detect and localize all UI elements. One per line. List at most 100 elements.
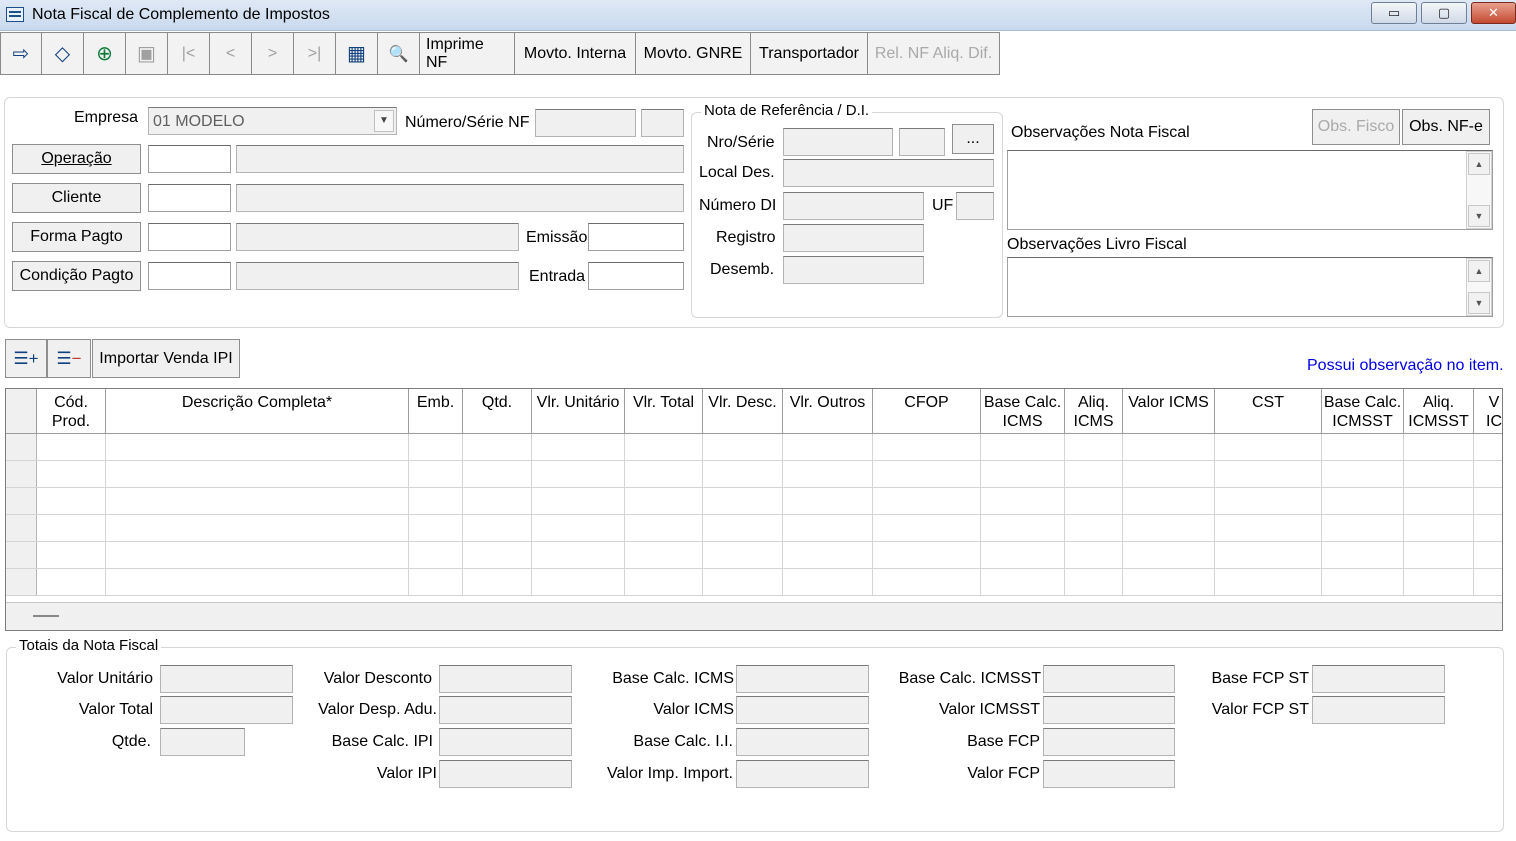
operacao-code-field[interactable] <box>148 145 231 173</box>
table-cell[interactable] <box>37 542 106 568</box>
table-cell[interactable] <box>1123 515 1215 541</box>
cliente-button[interactable]: Cliente <box>12 183 141 213</box>
table-cell[interactable] <box>37 434 106 460</box>
table-cell[interactable] <box>625 542 703 568</box>
table-cell[interactable] <box>783 542 873 568</box>
obs-fisco-button[interactable]: Obs. Fisco <box>1312 109 1400 145</box>
table-cell[interactable] <box>1065 488 1123 514</box>
table-cell[interactable] <box>873 569 981 595</box>
last-record-button[interactable]: >| <box>294 32 336 75</box>
table-cell[interactable] <box>1322 515 1404 541</box>
table-cell[interactable] <box>1404 488 1474 514</box>
table-row[interactable] <box>6 569 1502 596</box>
table-cell[interactable] <box>1474 488 1502 514</box>
ref-serie-field[interactable] <box>899 128 945 156</box>
table-cell[interactable] <box>37 569 106 595</box>
table-cell[interactable] <box>1215 434 1322 460</box>
table-cell[interactable] <box>1322 488 1404 514</box>
table-cell[interactable] <box>625 461 703 487</box>
first-record-button[interactable]: |< <box>168 32 210 75</box>
col-qtd[interactable]: Qtd. <box>463 389 532 433</box>
search-button[interactable]: 🔍 <box>378 32 420 75</box>
table-cell[interactable] <box>1215 542 1322 568</box>
table-cell[interactable] <box>981 542 1065 568</box>
obs-livro-fiscal-textarea[interactable] <box>1007 257 1493 317</box>
table-cell[interactable] <box>1474 434 1502 460</box>
items-grid[interactable]: Cód. Prod. Descrição Completa* Emb. Qtd.… <box>5 388 1503 631</box>
scroll-down-icon[interactable]: ▼ <box>1468 292 1490 314</box>
table-cell[interactable] <box>106 542 409 568</box>
add-item-button[interactable]: ☰+ <box>5 339 47 378</box>
grid-view-button[interactable]: ▦ <box>336 32 378 75</box>
table-cell[interactable] <box>981 515 1065 541</box>
col-aliq-icms[interactable]: Aliq. ICMS <box>1065 389 1123 433</box>
col-cst[interactable]: CST <box>1215 389 1322 433</box>
table-cell[interactable] <box>106 488 409 514</box>
obs-nota-scrollbar[interactable]: ▲ ▼ <box>1466 151 1492 229</box>
col-aliq-icmsst[interactable]: Aliq. ICMSST <box>1404 389 1474 433</box>
table-cell[interactable] <box>1065 461 1123 487</box>
table-cell[interactable] <box>463 488 532 514</box>
table-cell[interactable] <box>532 434 625 460</box>
col-vlr-desc[interactable]: Vlr. Desc. <box>703 389 783 433</box>
table-cell[interactable] <box>532 515 625 541</box>
table-cell[interactable] <box>1474 569 1502 595</box>
table-cell[interactable] <box>106 515 409 541</box>
table-cell[interactable] <box>1123 488 1215 514</box>
transportador-button[interactable]: Transportador <box>751 32 868 75</box>
table-cell[interactable] <box>981 488 1065 514</box>
table-cell[interactable] <box>981 461 1065 487</box>
imprime-nf-button[interactable]: Imprime NF <box>420 32 515 75</box>
table-cell[interactable] <box>1404 542 1474 568</box>
condicao-pagto-code-field[interactable] <box>148 262 231 290</box>
table-cell[interactable] <box>37 461 106 487</box>
scroll-up-icon[interactable]: ▲ <box>1468 153 1490 175</box>
emissao-field[interactable] <box>588 223 684 251</box>
table-cell[interactable] <box>1322 434 1404 460</box>
table-cell[interactable] <box>981 434 1065 460</box>
table-cell[interactable] <box>463 461 532 487</box>
forma-pagto-code-field[interactable] <box>148 223 231 251</box>
table-cell[interactable] <box>1474 515 1502 541</box>
col-emb[interactable]: Emb. <box>409 389 463 433</box>
table-cell[interactable] <box>1065 515 1123 541</box>
condicao-pagto-button[interactable]: Condição Pagto <box>12 261 141 291</box>
col-valor-icms[interactable]: Valor ICMS <box>1123 389 1215 433</box>
prev-record-button[interactable]: < <box>210 32 252 75</box>
table-row[interactable] <box>6 488 1502 515</box>
ref-numero-field[interactable] <box>783 128 893 156</box>
table-cell[interactable] <box>625 488 703 514</box>
numero-nf-field[interactable] <box>535 109 636 137</box>
col-descricao[interactable]: Descrição Completa* <box>106 389 409 433</box>
table-cell[interactable] <box>873 488 981 514</box>
obs-nota-fiscal-textarea[interactable] <box>1007 150 1493 230</box>
col-cod-prod[interactable]: Cód. Prod. <box>37 389 106 433</box>
table-cell[interactable] <box>1065 542 1123 568</box>
table-cell[interactable] <box>1322 461 1404 487</box>
obs-livro-scrollbar[interactable]: ▲ ▼ <box>1466 258 1492 316</box>
table-cell[interactable] <box>1123 434 1215 460</box>
table-cell[interactable] <box>1474 542 1502 568</box>
table-row[interactable] <box>6 515 1502 542</box>
cliente-code-field[interactable] <box>148 184 231 212</box>
table-cell[interactable] <box>625 569 703 595</box>
col-base-calc-icms[interactable]: Base Calc. ICMS <box>981 389 1065 433</box>
obs-nfe-button[interactable]: Obs. NF-e <box>1402 109 1490 145</box>
table-cell[interactable] <box>1215 461 1322 487</box>
table-cell[interactable] <box>1322 542 1404 568</box>
table-cell[interactable] <box>532 542 625 568</box>
table-cell[interactable] <box>783 488 873 514</box>
desemb-field[interactable] <box>783 256 924 284</box>
table-cell[interactable] <box>409 434 463 460</box>
registro-field[interactable] <box>783 224 924 252</box>
clear-button[interactable]: ◇ <box>42 32 84 75</box>
add-button[interactable]: ⊕ <box>84 32 126 75</box>
table-cell[interactable] <box>409 461 463 487</box>
scroll-up-icon[interactable]: ▲ <box>1468 260 1490 282</box>
scroll-down-icon[interactable]: ▼ <box>1468 205 1490 227</box>
table-cell[interactable] <box>37 515 106 541</box>
table-cell[interactable] <box>873 515 981 541</box>
table-cell[interactable] <box>703 488 783 514</box>
col-vlr-outros[interactable]: Vlr. Outros <box>783 389 873 433</box>
table-cell[interactable] <box>1404 569 1474 595</box>
